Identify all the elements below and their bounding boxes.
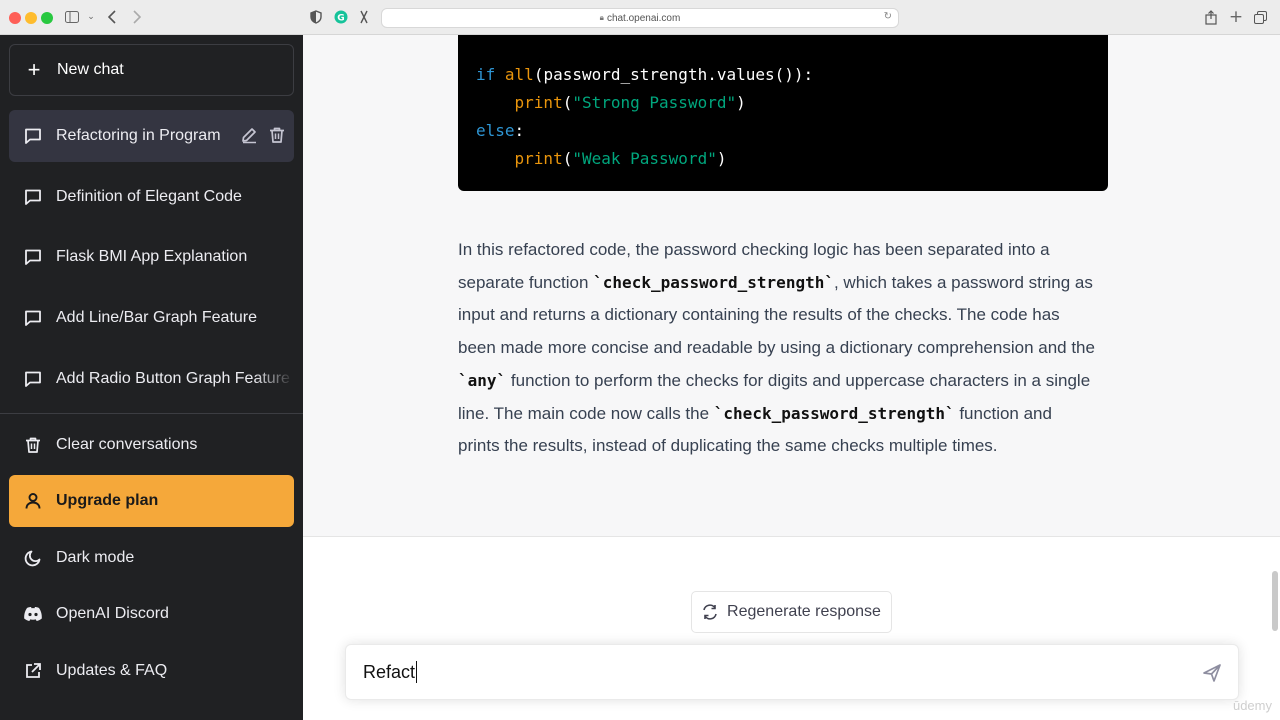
browser-toolbar: ⌄ G 🔒︎ chat.openai.com ↻ + [0,0,1280,35]
conversation-item-line-bar-graph[interactable]: Add Line/Bar Graph Feature [9,292,294,344]
chat-bubble-icon [23,187,43,207]
updates-faq-label: Updates & FAQ [56,662,168,679]
message-input-value: Refact [363,661,416,682]
forward-icon[interactable] [128,8,144,26]
new-chat-button[interactable]: + New chat [9,44,294,96]
clear-conversations-label: Clear conversations [56,436,198,453]
dark-mode-label: Dark mode [56,549,135,566]
edit-icon[interactable] [240,126,258,149]
conversation-label: Definition of Elegant Code [56,188,242,205]
code-block: if all(password_strength.values()): prin… [458,35,1108,191]
dark-mode-button[interactable]: Dark mode [9,532,294,584]
chat-bubble-icon [23,369,43,389]
updates-faq-link[interactable]: Updates & FAQ [9,645,294,697]
grammarly-icon[interactable]: G [333,8,349,26]
chat-bubble-icon [23,126,43,146]
sidebar: + New chat Refactoring in Program Defini… [0,35,303,720]
lock-icon: 🔒︎ [599,13,604,22]
reload-icon[interactable]: ↻ [884,11,892,22]
udemy-watermark: ūdemy [1232,698,1272,713]
discord-icon [23,604,43,624]
openai-discord-link[interactable]: OpenAI Discord [9,588,294,640]
svg-text:G: G [337,14,344,24]
share-icon[interactable] [1203,8,1219,26]
address-bar[interactable]: 🔒︎ chat.openai.com ↻ [381,8,899,28]
text-fade [254,353,294,405]
scrollbar[interactable] [1272,571,1278,631]
clear-conversations-button[interactable]: Clear conversations [9,419,294,471]
message-input[interactable]: Refact [345,644,1239,700]
send-icon[interactable] [1202,663,1222,688]
conversation-item-radio-button-graph[interactable]: Add Radio Button Graph Feature [9,353,294,405]
sidebar-divider [0,413,303,414]
url-text: chat.openai.com [606,12,681,24]
conversation-item-flask-bmi[interactable]: Flask BMI App Explanation [9,231,294,283]
minimize-window-button[interactable] [25,12,37,24]
conversation-item-elegant-code[interactable]: Definition of Elegant Code [9,171,294,223]
refresh-icon [702,604,718,620]
shield-icon[interactable] [308,8,324,26]
conversation-label: Flask BMI App Explanation [56,248,248,265]
code-line: print("Strong Password") [514,93,746,112]
sidebar-toggle-icon[interactable] [64,8,80,26]
regenerate-label: Regenerate response [727,603,881,620]
new-chat-label: New chat [57,61,124,78]
back-icon[interactable] [104,8,120,26]
regenerate-response-button[interactable]: Regenerate response [691,591,892,633]
code-line: print("Weak Password") [514,149,727,168]
conversation-label: Add Line/Bar Graph Feature [56,309,258,326]
moon-icon [23,548,43,568]
conversation-label: Refactoring in Program [56,127,221,144]
tab-overview-icon[interactable] [1252,8,1268,26]
user-icon [23,491,43,511]
plus-icon: + [27,57,41,82]
trash-icon[interactable] [268,126,286,149]
trash-icon [23,435,43,455]
chat-main: if all(password_strength.values()): prin… [303,35,1280,720]
extension-icon[interactable] [357,8,371,26]
chevron-down-icon[interactable]: ⌄ [86,8,96,26]
conversation-actions [240,126,286,149]
text-caret [416,661,418,683]
upgrade-plan-label: Upgrade plan [56,492,159,509]
conversation-item-refactoring[interactable]: Refactoring in Program [9,110,294,162]
assistant-message: if all(password_strength.values()): prin… [303,35,1280,537]
response-text: In this refactored code, the password ch… [458,240,1095,456]
chat-bubble-icon [23,247,43,267]
openai-discord-label: OpenAI Discord [56,605,169,622]
new-tab-icon[interactable]: + [1228,7,1244,27]
external-link-icon [23,661,43,681]
zoom-window-button[interactable] [41,12,53,24]
code-line: else: [476,121,525,140]
close-window-button[interactable] [9,12,21,24]
code-line: if all(password_strength.values()): [476,65,814,84]
upgrade-plan-button[interactable]: Upgrade plan [9,475,294,527]
chat-bubble-icon [23,308,43,328]
